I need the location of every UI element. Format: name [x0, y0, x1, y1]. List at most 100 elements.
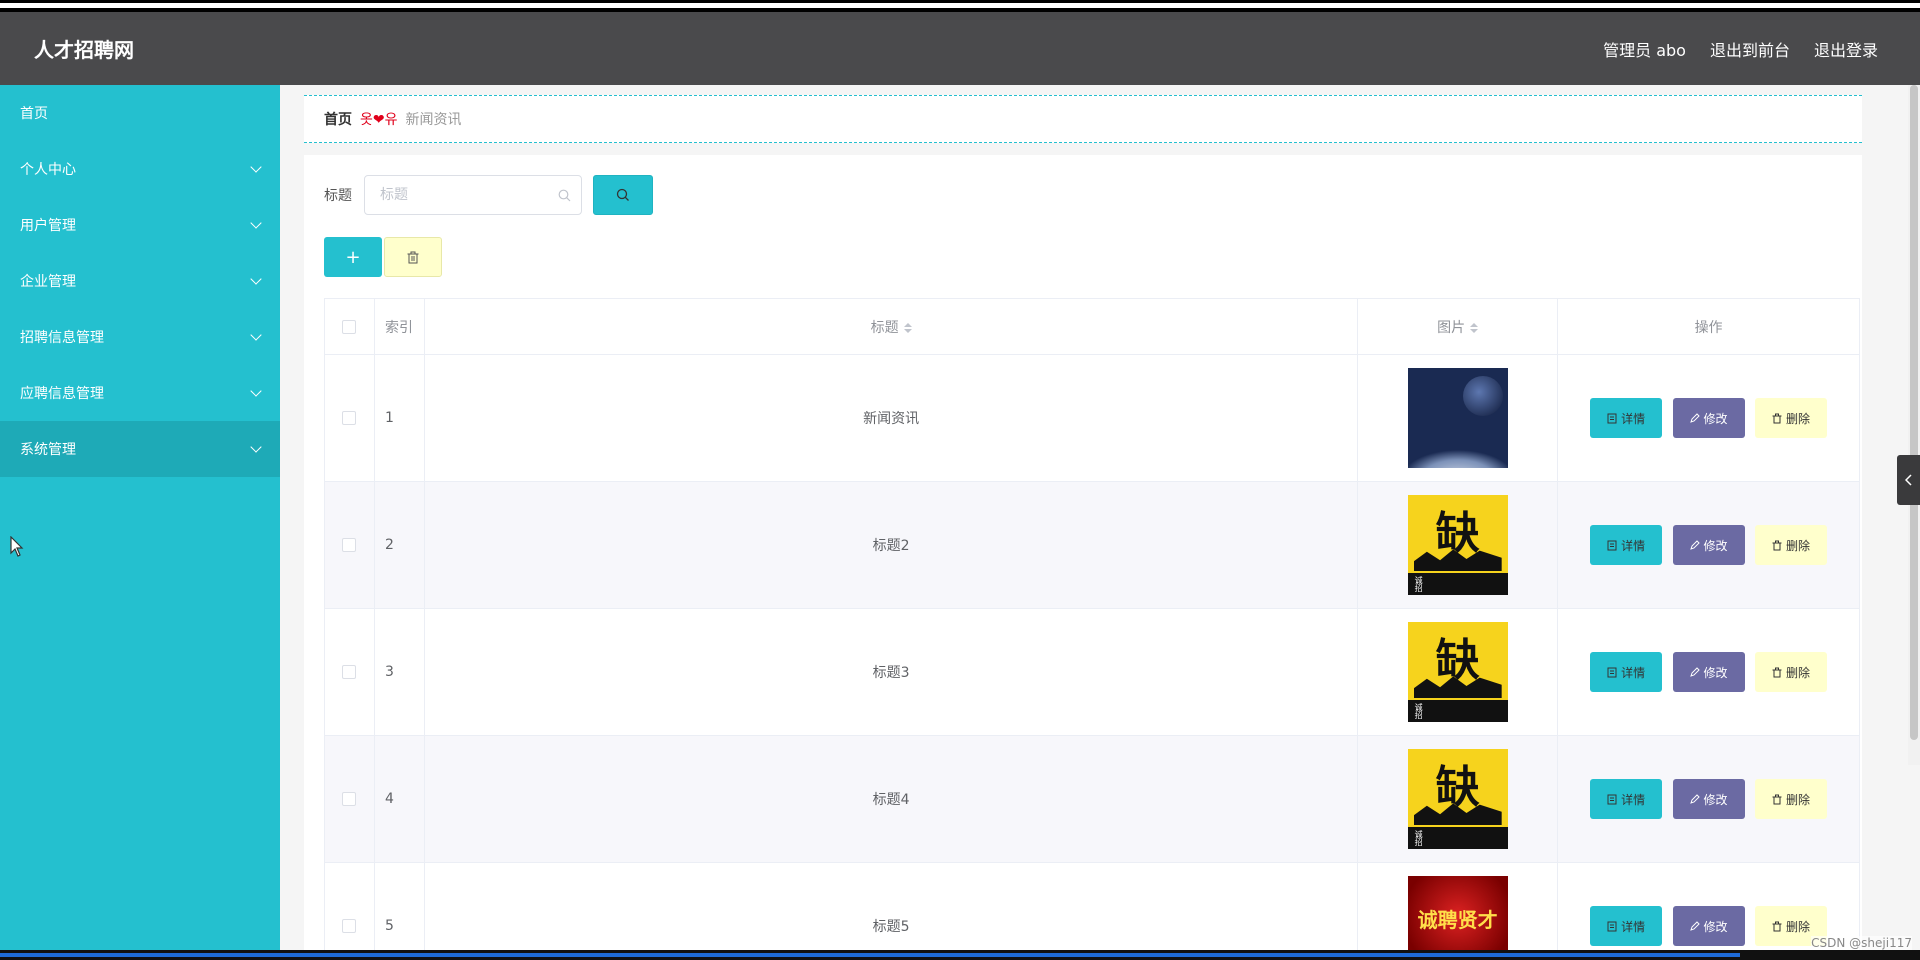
- admin-label[interactable]: 管理员 abo: [1603, 37, 1686, 61]
- batch-delete-button[interactable]: [384, 237, 442, 277]
- edit-label: 修改: [1703, 792, 1728, 807]
- poster-small-text: 诚招: [1414, 576, 1423, 593]
- sidebar-item-company-management[interactable]: 企业管理: [0, 253, 280, 309]
- row-checkbox[interactable]: [342, 538, 357, 552]
- delete-label: 删除: [1786, 411, 1811, 426]
- sidebar-item-application-info[interactable]: 应聘信息管理: [0, 365, 280, 421]
- breadcrumb-home[interactable]: 首页: [324, 109, 352, 129]
- sidebar-item-label: 首页: [20, 106, 48, 122]
- edit-icon: [1689, 413, 1700, 423]
- row-checkbox[interactable]: [342, 919, 357, 933]
- row-checkbox[interactable]: [342, 665, 357, 679]
- row-ops: 详情 修改 删除: [1557, 735, 1860, 863]
- sidebar-item-home[interactable]: 首页: [0, 85, 280, 141]
- sidebar: 首页 个人中心 用户管理 企业管理 招聘信息管理 应聘信息管理 系统管理: [0, 85, 280, 950]
- select-all-checkbox[interactable]: [342, 319, 357, 334]
- yellow-recruit-poster-image[interactable]: 缺 诚招: [1407, 495, 1508, 595]
- poster-strip: 诚招: [1407, 827, 1508, 849]
- poster-small-text: 诚招: [1414, 703, 1423, 720]
- scrollbar-thumb[interactable]: [1910, 85, 1918, 740]
- edit-button[interactable]: 修改: [1672, 906, 1745, 946]
- red-recruit-banner-image[interactable]: 诚聘贤才: [1407, 876, 1508, 960]
- trash-icon: [1772, 921, 1782, 931]
- row-title: 新闻资讯: [423, 354, 1359, 482]
- space-planet-image[interactable]: [1407, 368, 1508, 468]
- delete-button[interactable]: 删除: [1755, 525, 1828, 565]
- sidebar-item-label: 企业管理: [20, 274, 76, 290]
- add-button[interactable]: +: [324, 237, 382, 277]
- edit-icon: [1689, 540, 1700, 550]
- header-select-all[interactable]: [324, 298, 375, 355]
- row-title: 标题2: [423, 481, 1359, 609]
- mouse-cursor-icon: [10, 536, 24, 557]
- edit-label: 修改: [1703, 919, 1728, 934]
- document-icon: [1607, 921, 1617, 931]
- search-button[interactable]: [593, 175, 653, 215]
- document-icon: [1607, 413, 1617, 423]
- detail-button[interactable]: 详情: [1590, 779, 1663, 819]
- row-checkbox-cell: [324, 608, 375, 736]
- chevron-down-icon: [250, 217, 262, 229]
- row-checkbox[interactable]: [342, 411, 357, 425]
- sidebar-item-system-management[interactable]: 系统管理: [0, 421, 280, 477]
- header-title[interactable]: 标题: [423, 298, 1359, 355]
- search-row: 标题: [324, 175, 653, 215]
- row-ops: 详情 修改 删除: [1557, 354, 1860, 482]
- video-progress-bar[interactable]: [0, 950, 1920, 960]
- poster-strip: 诚招: [1407, 573, 1508, 595]
- sort-icon[interactable]: [903, 322, 912, 333]
- sidebar-item-user-management[interactable]: 用户管理: [0, 197, 280, 253]
- row-checkbox-cell: [324, 735, 375, 863]
- row-index: 4: [373, 735, 425, 863]
- edit-button[interactable]: 修改: [1672, 652, 1745, 692]
- delete-label: 删除: [1786, 919, 1811, 934]
- delete-button[interactable]: 删除: [1755, 779, 1828, 819]
- row-checkbox-cell: [324, 481, 375, 609]
- yellow-recruit-poster-image[interactable]: 缺 诚招: [1407, 749, 1508, 849]
- trash-icon: [1772, 794, 1782, 804]
- detail-button[interactable]: 详情: [1590, 525, 1663, 565]
- row-checkbox-cell: [324, 354, 375, 482]
- edit-label: 修改: [1703, 538, 1728, 553]
- row-ops: 详情 修改 删除: [1557, 608, 1860, 736]
- header-image[interactable]: 图片: [1357, 298, 1559, 355]
- edit-button[interactable]: 修改: [1672, 779, 1745, 819]
- document-icon: [1607, 794, 1617, 804]
- search-label: 标题: [324, 188, 352, 204]
- delete-button[interactable]: 删除: [1755, 398, 1828, 438]
- chevron-left-icon: [1904, 474, 1912, 486]
- search-input[interactable]: [365, 176, 581, 214]
- row-title: 标题5: [423, 862, 1359, 960]
- delete-label: 删除: [1786, 665, 1811, 680]
- edit-icon: [1689, 667, 1700, 677]
- detail-button[interactable]: 详情: [1590, 906, 1663, 946]
- exit-to-frontend-link[interactable]: 退出到前台: [1710, 37, 1790, 61]
- row-image-cell: 缺 诚招: [1357, 608, 1559, 736]
- poster-big-char: 缺: [1435, 635, 1480, 686]
- progress-fill: [0, 953, 1740, 957]
- detail-label: 详情: [1621, 538, 1646, 553]
- row-checkbox[interactable]: [342, 792, 357, 806]
- breadcrumb-separator: 옷❤유: [360, 112, 398, 128]
- sidebar-item-label: 系统管理: [20, 442, 76, 458]
- detail-button[interactable]: 详情: [1590, 652, 1663, 692]
- logout-link[interactable]: 退出登录: [1814, 37, 1878, 61]
- sort-icon[interactable]: [1470, 322, 1479, 333]
- detail-label: 详情: [1621, 665, 1646, 680]
- breadcrumb-current: 新闻资讯: [405, 112, 462, 128]
- chevron-down-icon: [250, 441, 262, 453]
- delete-label: 删除: [1786, 538, 1811, 553]
- delete-button[interactable]: 删除: [1755, 652, 1828, 692]
- detail-button[interactable]: 详情: [1590, 398, 1663, 438]
- row-title: 标题4: [423, 735, 1359, 863]
- sidebar-item-recruitment-info[interactable]: 招聘信息管理: [0, 309, 280, 365]
- edit-button[interactable]: 修改: [1672, 525, 1745, 565]
- poster-big-char: 缺: [1435, 508, 1480, 559]
- collapse-panel-toggle[interactable]: [1897, 455, 1920, 505]
- yellow-recruit-poster-image[interactable]: 缺 诚招: [1407, 622, 1508, 722]
- sidebar-item-personal-center[interactable]: 个人中心: [0, 141, 280, 197]
- edit-icon: [1689, 921, 1700, 931]
- search-box: [364, 175, 582, 215]
- trash-icon: [407, 251, 419, 263]
- edit-button[interactable]: 修改: [1672, 398, 1745, 438]
